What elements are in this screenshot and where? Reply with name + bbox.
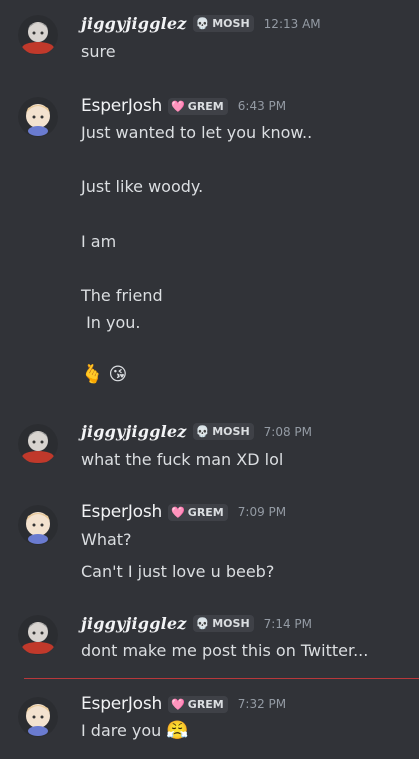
timestamp[interactable]: 6:43 PM xyxy=(238,99,286,113)
message-header: jiggyjigglez 💀 MOSH 12:13 AM xyxy=(81,14,321,33)
skull-icon: 💀 xyxy=(195,617,210,630)
timestamp[interactable]: 7:32 PM xyxy=(238,697,286,711)
user-tag[interactable]: 🩷 GREM xyxy=(168,503,228,521)
message-text: I dare you 😤 xyxy=(81,720,189,741)
message-header: EsperJosh 🩷 GREM 7:09 PM xyxy=(81,502,286,522)
timestamp[interactable]: 12:13 AM xyxy=(264,17,321,31)
message-header: EsperJosh 🩷 GREM 6:43 PM xyxy=(81,96,286,116)
avatar-jiggyjigglez[interactable] xyxy=(18,15,58,55)
user-tag[interactable]: 🩷 GREM xyxy=(168,97,228,115)
emoji-line: 🫰 😘 xyxy=(81,364,127,385)
message-header: jiggyjigglez 💀 MOSH 7:14 PM xyxy=(81,614,312,633)
tag-label: MOSH xyxy=(212,425,250,438)
timestamp[interactable]: 7:08 PM xyxy=(264,425,312,439)
skull-icon: 💀 xyxy=(195,425,210,438)
message-text: Can't I just love u beeb? xyxy=(81,562,275,581)
username[interactable]: EsperJosh xyxy=(81,96,162,116)
user-tag[interactable]: 💀 MOSH xyxy=(192,15,254,32)
username[interactable]: jiggyjigglez xyxy=(81,14,187,33)
message-header: jiggyjigglez 💀 MOSH 7:08 PM xyxy=(81,422,312,441)
message-text: The friend xyxy=(81,286,163,305)
message-text: what the fuck man XD lol xyxy=(81,450,284,469)
username[interactable]: jiggyjigglez xyxy=(81,422,187,441)
username[interactable]: EsperJosh xyxy=(81,502,162,522)
message-text: sure xyxy=(81,42,116,61)
message-text: dont make me post this on Twitter... xyxy=(81,641,369,660)
timestamp[interactable]: 7:09 PM xyxy=(238,505,286,519)
avatar-jiggyjigglez[interactable] xyxy=(18,615,58,655)
avatar-esperjosh[interactable] xyxy=(18,505,58,545)
heart-icon: 🩷 xyxy=(171,99,185,113)
avatar-esperjosh[interactable] xyxy=(18,697,58,737)
heart-icon: 🩷 xyxy=(171,697,185,711)
user-tag[interactable]: 🩷 GREM xyxy=(168,695,228,713)
tag-label: GREM xyxy=(187,99,224,113)
user-tag[interactable]: 💀 MOSH xyxy=(192,423,254,440)
message-text: Just wanted to let you know.. xyxy=(81,123,313,142)
message-text: In you. xyxy=(81,313,141,332)
skull-icon: 💀 xyxy=(195,17,210,30)
message-text: I dare you xyxy=(81,721,162,740)
heart-icon: 🩷 xyxy=(171,505,185,519)
avatar-jiggyjigglez[interactable] xyxy=(18,424,58,464)
emoji[interactable]: 😤 xyxy=(166,720,188,741)
timestamp[interactable]: 7:14 PM xyxy=(264,617,312,631)
username[interactable]: jiggyjigglez xyxy=(81,614,187,633)
tag-label: MOSH xyxy=(212,17,250,30)
username[interactable]: EsperJosh xyxy=(81,694,162,714)
emoji[interactable]: 😘 xyxy=(109,364,128,385)
user-tag[interactable]: 💀 MOSH xyxy=(192,615,254,632)
message-text: Just like woody. xyxy=(81,177,204,196)
tag-label: GREM xyxy=(187,697,224,711)
new-messages-divider xyxy=(24,678,419,679)
tag-label: GREM xyxy=(187,505,224,519)
tag-label: MOSH xyxy=(212,617,250,630)
message-header: EsperJosh 🩷 GREM 7:32 PM xyxy=(81,694,286,714)
avatar-esperjosh[interactable] xyxy=(18,97,58,137)
message-text: I am xyxy=(81,232,117,251)
emoji[interactable]: 🫰 xyxy=(81,364,103,385)
message-text: What? xyxy=(81,530,132,549)
